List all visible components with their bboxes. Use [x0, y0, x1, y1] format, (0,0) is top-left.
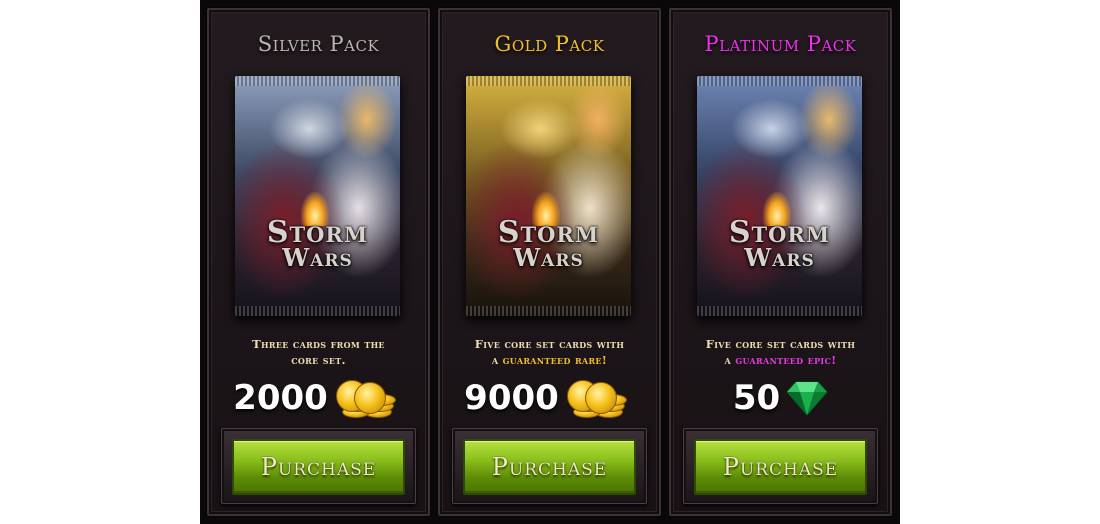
pack-image-platinum: Storm Wars [697, 76, 862, 316]
desc-line-2: core set. [291, 353, 346, 367]
price-amount: 9000 [464, 378, 559, 418]
desc-line-1: Three cards from the [252, 337, 385, 351]
pack-panel-silver: Silver Pack Storm Wars Three cards from … [207, 8, 430, 516]
pack-store: Silver Pack Storm Wars Three cards from … [200, 0, 900, 524]
price-amount: 50 [732, 378, 781, 418]
desc-prefix: a [491, 353, 499, 367]
gold-coins-icon [565, 378, 635, 418]
pack-title: Platinum Pack [704, 32, 857, 56]
purchase-button-label: Purchase [260, 453, 377, 481]
price-amount: 2000 [233, 378, 328, 418]
pack-image-gold: Storm Wars [466, 76, 631, 316]
desc-line-1: Five core set cards with [474, 337, 625, 351]
purchase-button-platinum[interactable]: Purchase [694, 439, 867, 495]
desc-suffix: ! [601, 353, 608, 367]
pack-description: Five core set cards with a guaranteed ra… [452, 336, 647, 368]
pack-crimp-top [235, 76, 400, 86]
desc-suffix: ! [831, 353, 837, 367]
purchase-button-frame: Purchase [452, 428, 647, 504]
pack-crimp-top [697, 76, 862, 86]
emerald-gem-icon [786, 381, 829, 416]
gold-coins-icon [334, 378, 404, 418]
purchase-button-label: Purchase [491, 453, 608, 481]
pack-title: Silver Pack [257, 32, 380, 56]
purchase-button-label: Purchase [722, 453, 839, 481]
purchase-button-frame: Purchase [683, 428, 878, 504]
pack-panel-gold: Gold Pack Storm Wars Five core set cards… [438, 8, 661, 516]
desc-highlight-rare: guaranteed rare [502, 353, 602, 367]
pack-crimp-bottom [466, 306, 631, 316]
pack-description: Three cards from the core set. [221, 336, 416, 368]
pack-description: Five core set cards with a guaranteed ep… [683, 336, 878, 368]
pack-price: 2000 [209, 378, 428, 418]
pack-panel-platinum: Platinum Pack Storm Wars Five core set c… [669, 8, 892, 516]
pack-price: 9000 [440, 378, 659, 418]
logo-line-2: Wars [744, 243, 815, 272]
desc-prefix: a [724, 353, 732, 367]
purchase-button-gold[interactable]: Purchase [463, 439, 636, 495]
purchase-button-silver[interactable]: Purchase [232, 439, 405, 495]
pack-crimp-bottom [235, 306, 400, 316]
pack-crimp-bottom [697, 306, 862, 316]
storm-wars-logo: Storm Wars [697, 218, 862, 270]
desc-highlight-epic: guaranteed epic [735, 353, 832, 367]
logo-line-2: Wars [282, 243, 353, 272]
purchase-button-frame: Purchase [221, 428, 416, 504]
pack-image-silver: Storm Wars [235, 76, 400, 316]
storm-wars-logo: Storm Wars [235, 218, 400, 270]
pack-price: 50 [671, 378, 890, 418]
desc-line-1: Five core set cards with [705, 337, 856, 351]
logo-line-2: Wars [513, 243, 584, 272]
pack-title: Gold Pack [494, 32, 605, 56]
pack-crimp-top [466, 76, 631, 86]
storm-wars-logo: Storm Wars [466, 218, 631, 270]
